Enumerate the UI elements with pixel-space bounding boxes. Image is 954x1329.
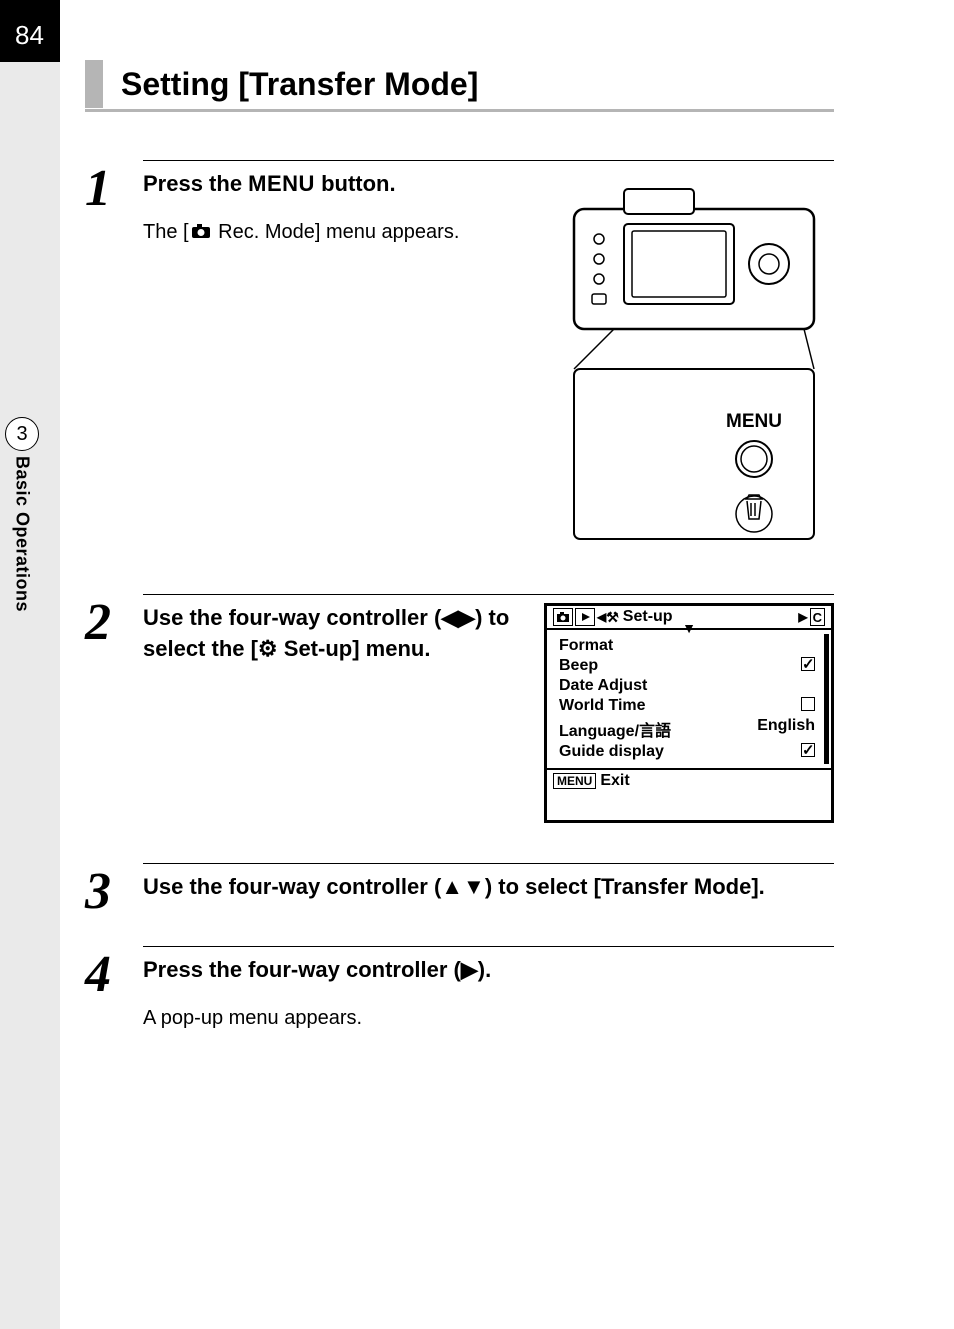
lcd-row-beep: Beep <box>555 656 823 676</box>
lcd-screenshot: ◀ ⚒ Set-up ▶ C ▼ Format <box>544 603 834 823</box>
lcd-scrollbar <box>824 634 829 764</box>
step-2: 2 ◀ ⚒ Set-up ▶ C <box>143 594 834 823</box>
chapter-label: Basic Operations <box>12 456 33 612</box>
left-arrow-icon: ◀ <box>597 610 606 624</box>
menu-label: MENU <box>248 171 315 196</box>
heading-accent <box>85 60 103 108</box>
step-number: 1 <box>85 163 143 554</box>
step-4-body: A pop-up menu appears. <box>143 1004 834 1032</box>
chapter-number: 3 <box>5 417 39 451</box>
step-3: 3 Use the four-way controller (▲▼) to se… <box>143 863 834 918</box>
main-content: Setting [Transfer Mode] 1 <box>85 60 834 1032</box>
heading-text: Setting [Transfer Mode] <box>121 60 478 109</box>
step-number: 4 <box>85 949 143 1032</box>
lcd-row-language: Language/言語 English <box>555 716 823 742</box>
step-number: 3 <box>85 866 143 918</box>
sidebar: 3 Basic Operations <box>0 62 60 1329</box>
lcd-row-date: Date Adjust <box>555 676 823 696</box>
step-4-title: Press the four-way controller (▶). <box>143 955 834 986</box>
page-number: 84 <box>15 20 44 51</box>
lcd-menu-badge: MENU <box>553 773 596 789</box>
step-2-title: Use the four-way controller (◀▶) to sele… <box>143 603 523 665</box>
lcd-tab-play-icon <box>575 608 595 626</box>
checkbox-checked-icon <box>801 657 815 671</box>
camera-svg: MENU <box>554 169 834 549</box>
lcd-row-world: World Time <box>555 696 823 716</box>
lcd-title: Set-up <box>623 608 673 626</box>
step-1: 1 <box>143 160 834 554</box>
lcd-row-guide: Guide display <box>555 742 823 762</box>
step-4: 4 Press the four-way controller (▶). A p… <box>143 946 834 1032</box>
camera-illustration: MENU <box>554 169 834 554</box>
camera-icon <box>191 219 211 247</box>
lcd-header: ◀ ⚒ Set-up ▶ C ▼ <box>547 606 831 630</box>
page-corner: 84 <box>0 0 60 62</box>
lcd-exit-label: Exit <box>600 772 629 790</box>
lcd-footer: MENU Exit <box>547 768 831 792</box>
setup-tool-icon: ⚒ <box>606 609 619 626</box>
lcd-tab-c: ▶ C <box>798 608 825 626</box>
lcd-body: Format Beep Date Adjust World Time <box>547 630 831 768</box>
chapter-tab: 3 Basic Operations <box>5 417 39 612</box>
step-number: 2 <box>85 597 143 823</box>
right-arrow-icon: ▶ <box>798 610 807 624</box>
checkbox-unchecked-icon <box>801 697 815 711</box>
section-heading: Setting [Transfer Mode] <box>85 60 834 112</box>
svg-text:MENU: MENU <box>726 411 782 432</box>
checkbox-checked-icon <box>801 743 815 757</box>
step-3-title: Use the four-way controller (▲▼) to sele… <box>143 872 834 903</box>
lcd-tab-rec-icon <box>553 608 573 626</box>
lcd-row-format: Format <box>555 636 823 656</box>
